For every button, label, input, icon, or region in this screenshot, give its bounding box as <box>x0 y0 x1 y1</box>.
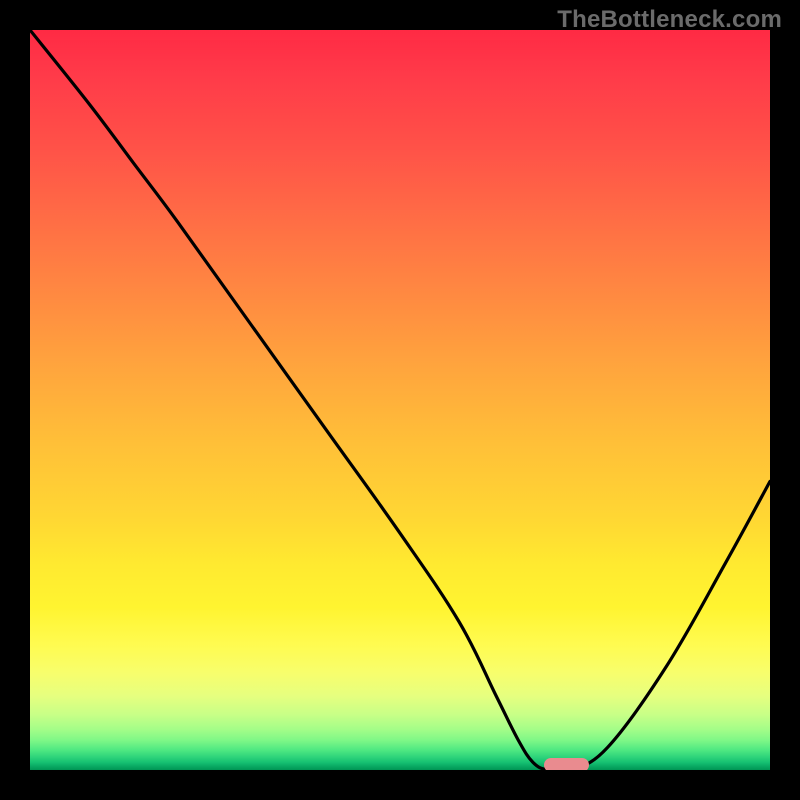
bottleneck-curve <box>30 30 770 770</box>
curve-layer <box>30 30 770 770</box>
optimal-marker <box>544 758 588 770</box>
chart-frame: TheBottleneck.com <box>0 0 800 800</box>
plot-area <box>30 30 770 770</box>
